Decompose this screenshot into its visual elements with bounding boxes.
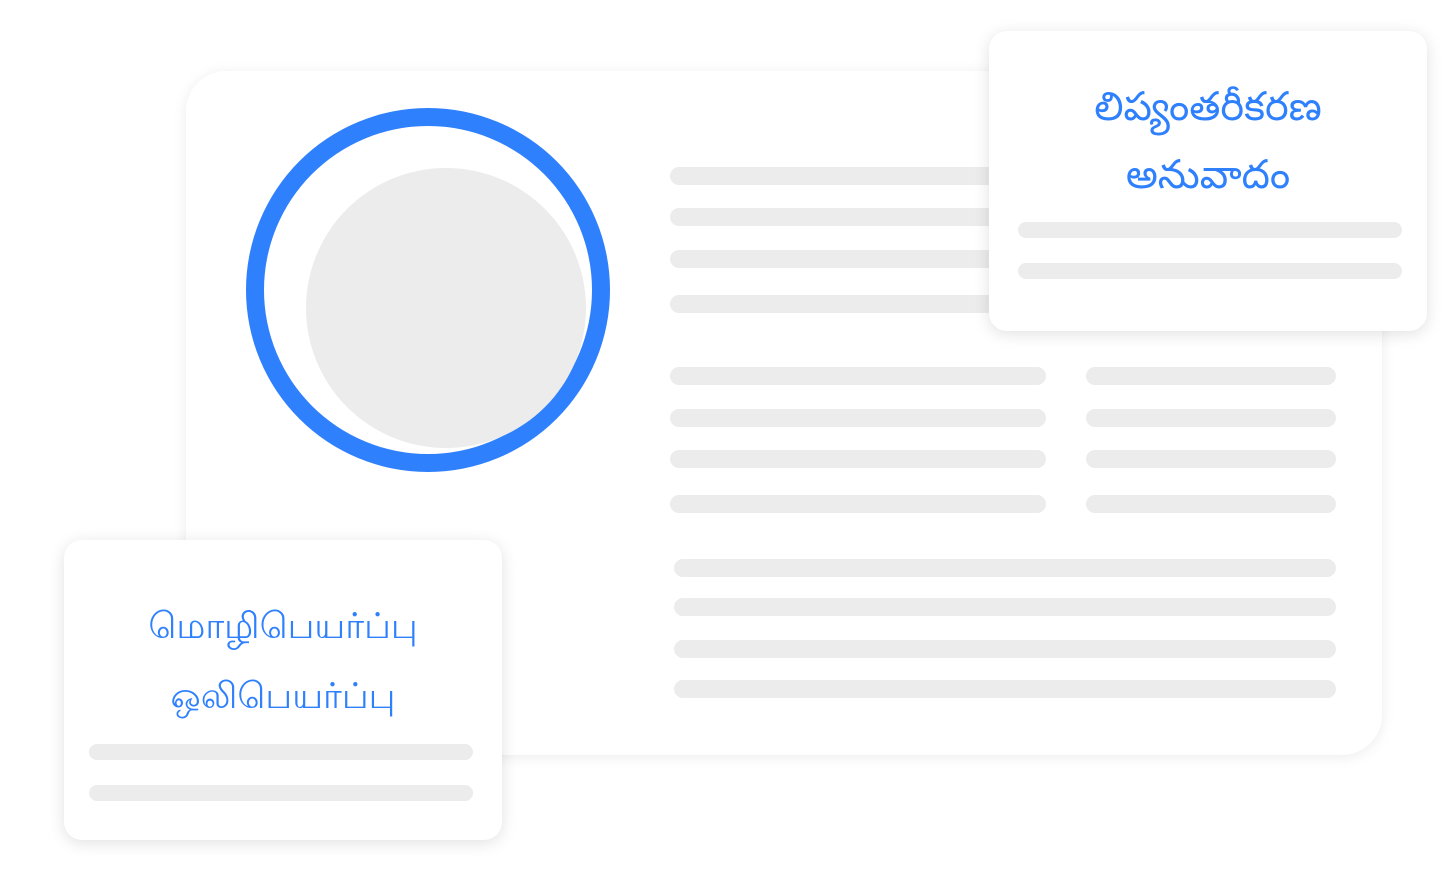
text-placeholder-line <box>674 598 1336 616</box>
text-placeholder-line <box>670 367 1046 385</box>
text-placeholder-line <box>670 208 1000 226</box>
avatar-placeholder <box>246 108 610 472</box>
text-placeholder-line <box>1018 263 1402 279</box>
text-placeholder-line <box>89 785 473 801</box>
avatar-image-placeholder <box>306 168 586 448</box>
text-placeholder-line <box>89 744 473 760</box>
text-placeholder-line <box>1086 495 1336 513</box>
tamil-title-line-2: ஒலிபெயர்ப்பு <box>170 676 396 717</box>
tamil-language-card: மொழிபெயர்ப்பு ஒலிபெயர்ப்பு <box>64 540 502 840</box>
telugu-language-card: లిప్యంతరీకరణ అనువాదం <box>989 31 1427 331</box>
text-placeholder-line <box>670 295 1000 313</box>
avatar-ring-gap <box>264 126 592 454</box>
text-placeholder-line <box>670 250 1000 268</box>
text-placeholder-line <box>1018 222 1402 238</box>
text-placeholder-line <box>674 680 1336 698</box>
text-placeholder-line <box>670 167 1000 185</box>
text-placeholder-line <box>1086 450 1336 468</box>
text-placeholder-line <box>670 495 1046 513</box>
telugu-title-line-2: అనువాదం <box>1125 152 1291 198</box>
text-placeholder-line <box>674 559 1336 577</box>
text-placeholder-line <box>670 409 1046 427</box>
text-placeholder-line <box>670 450 1046 468</box>
text-placeholder-line <box>674 640 1336 658</box>
text-placeholder-line <box>1086 367 1336 385</box>
text-placeholder-line <box>1086 409 1336 427</box>
telugu-title-line-1: లిప్యంతరీకరణ <box>1094 84 1322 130</box>
tamil-title-line-1: மொழிபெயர்ப்பு <box>148 606 418 647</box>
